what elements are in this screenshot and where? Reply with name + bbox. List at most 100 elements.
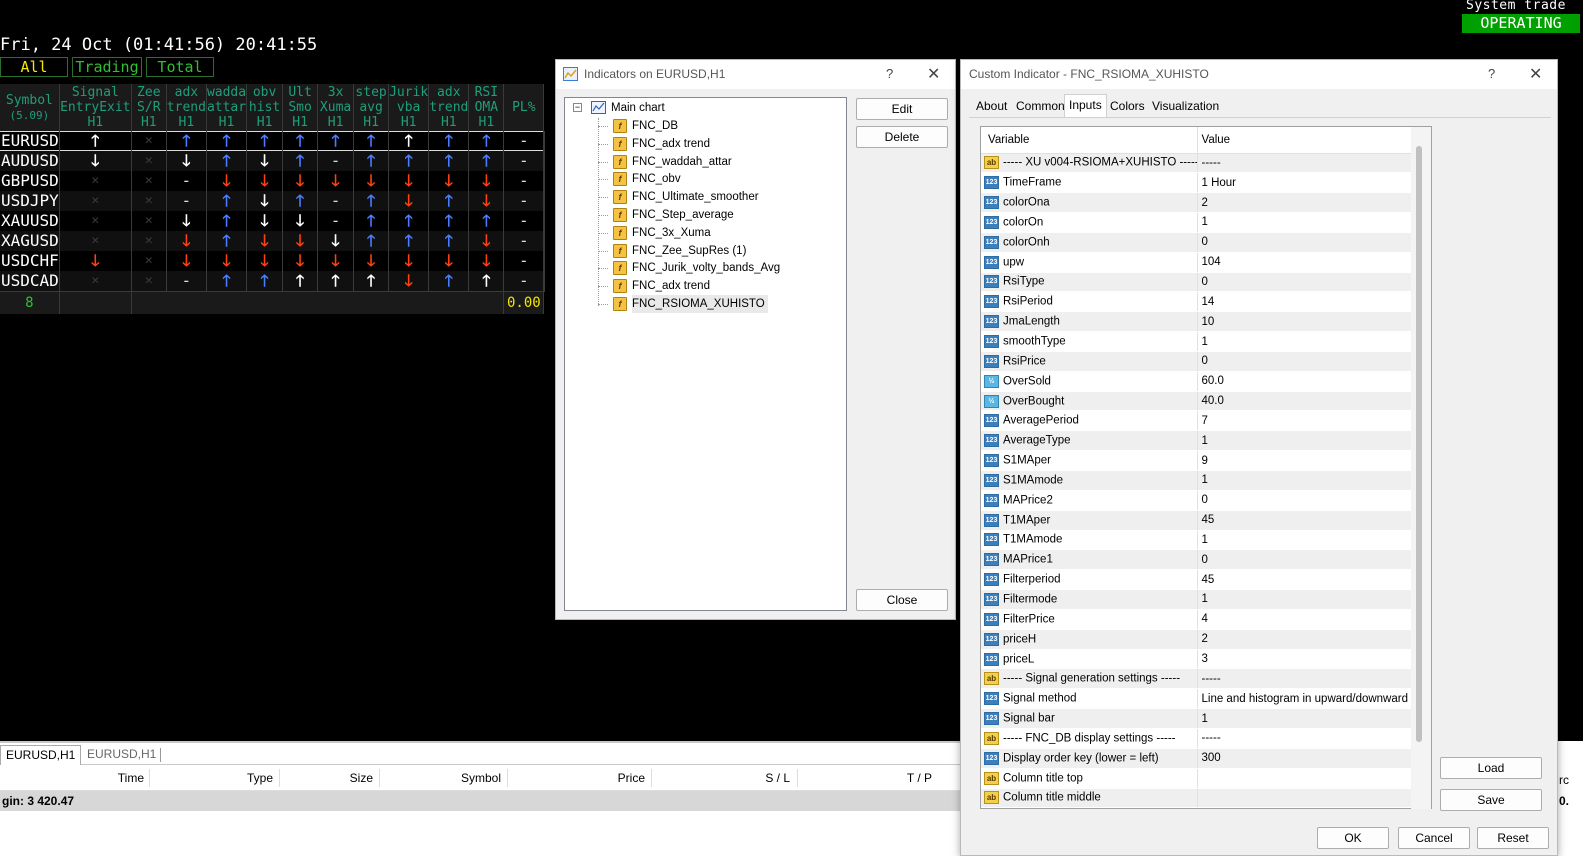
grid-row[interactable]: USDCAD ✕ ✕ - 🡑 🡑 🡑 🡑 🡑 🡓 🡑 🡑 - [0,271,546,292]
param-name-cell[interactable]: ab ----- XU v004-RSIOMA+XUHISTO ----- [981,153,1197,174]
filter-tab-total[interactable]: Total [146,57,214,77]
indicator-item[interactable]: f FNC_adx trend [613,277,710,295]
param-row[interactable]: ab ----- XU v004-RSIOMA+XUHISTO ----- ----… [981,153,1413,174]
param-value[interactable]: 1 [1196,530,1413,551]
chart-tab-active[interactable]: EURUSD,H1 [0,745,82,765]
grid-row[interactable]: USDJPY ✕ ✕ - 🡑 🡓 🡑 - 🡑 🡓 🡑 🡓 - [0,191,546,211]
param-row[interactable]: 123 colorOn 1 [981,212,1413,233]
col-symbol[interactable]: Symbol [440,771,501,785]
filter-tab-all[interactable]: All [0,57,68,77]
param-name-cell[interactable]: 123 S1MAmode [981,470,1197,491]
param-row[interactable]: 123 priceL 3 [981,649,1413,670]
param-row[interactable]: 123 Signal bar 1 [981,708,1413,729]
col-tp[interactable]: T / P [880,771,932,785]
collapse-icon[interactable]: − [573,103,582,112]
param-row[interactable]: 123 Filtermode 1 [981,589,1413,610]
param-row[interactable]: 123 Filterperiod 45 [981,569,1413,591]
close-icon[interactable]: ✕ [1529,64,1542,84]
tab-about[interactable]: About [972,96,1011,116]
param-value[interactable]: 45 [1196,569,1413,591]
param-row[interactable]: ½ OverSold 60.0 [981,371,1413,392]
param-name-cell[interactable]: 123 priceH [981,629,1197,650]
param-row[interactable]: 123 upw 104 [981,252,1413,273]
param-name-cell[interactable]: 123 TimeFrame [981,172,1197,194]
param-row[interactable]: 123 S1MAper 9 [981,450,1413,471]
close-icon[interactable]: ✕ [927,64,940,84]
inputs-table[interactable]: Variable Value ab ----- XU v004-RSIOMA+XU… [980,126,1432,809]
param-value[interactable]: ----- [1196,153,1413,174]
param-name-cell[interactable]: 123 S1MAper [981,450,1197,471]
param-value[interactable]: 3 [1196,649,1413,670]
indicator-item[interactable]: f FNC_DB [613,117,678,135]
tab-visualization[interactable]: Visualization [1148,96,1223,116]
param-name-cell[interactable]: 123 Signal method [981,688,1197,710]
param-value[interactable]: 1 [1196,708,1413,729]
symbol-cell[interactable]: XAGUSD [0,231,60,251]
param-row[interactable]: 123 MAPrice2 0 [981,490,1413,511]
param-value[interactable] [1196,768,1413,789]
symbol-cell[interactable]: USDJPY [0,191,60,211]
param-name-cell[interactable]: 123 T1MAmode [981,530,1197,551]
param-name-cell[interactable]: 123 MAPrice2 [981,490,1197,511]
indicator-item[interactable]: f FNC_waddah_attar [613,153,732,171]
param-name-cell[interactable]: ½ OverSold [981,371,1197,392]
param-value[interactable]: 14 [1196,291,1413,313]
param-name-cell[interactable]: 123 Display order key (lower = left) [981,748,1197,769]
param-name-cell[interactable]: 123 colorOn [981,212,1197,233]
param-name-cell[interactable]: 123 Signal bar [981,708,1197,729]
param-value[interactable]: 1 [1196,589,1413,610]
delete-button[interactable]: Delete [856,126,948,148]
param-value[interactable]: 60.0 [1196,371,1413,392]
param-value[interactable]: 10 [1196,311,1413,333]
param-row[interactable]: 123 AveragePeriod 7 [981,410,1413,432]
param-row[interactable]: 123 JmaLength 10 [981,311,1413,333]
param-row[interactable]: 123 RsiType 0 [981,272,1413,293]
param-row[interactable]: 123 FilterPrice 4 [981,609,1413,630]
param-name-cell[interactable]: 123 AveragePeriod [981,410,1197,432]
indicator-item[interactable]: f FNC_Step_average [613,206,734,224]
filter-tab-trading[interactable]: Trading [72,57,142,77]
tab-common[interactable]: Common [1012,96,1069,116]
param-value[interactable]: 1 [1196,430,1413,452]
param-row[interactable]: 123 smoothType 1 [981,331,1413,352]
param-row[interactable]: ab ----- FNC_DB display settings ----- ---… [981,728,1413,749]
grid-row[interactable]: EURUSD 🡑 ✕ 🡑 🡑 🡑 🡑 🡑 🡑 🡑 🡑 🡑 - [0,131,546,151]
param-row[interactable]: ab Column title top [981,768,1413,789]
param-value[interactable]: ----- [1196,668,1413,690]
param-value[interactable]: 2 [1196,629,1413,650]
inputs-scrollbar-thumb[interactable] [1416,146,1422,742]
param-value[interactable]: 40.0 [1196,391,1413,412]
symbol-cell[interactable]: USDCAD [0,271,60,292]
param-name-cell[interactable]: ab Column title top [981,768,1197,789]
indicator-item[interactable]: f FNC_3x_Xuma [613,224,711,242]
symbol-cell[interactable]: AUDUSD [0,151,60,171]
param-value[interactable]: 0 [1196,490,1413,511]
param-value[interactable]: 1 [1196,331,1413,352]
grid-row[interactable]: GBPUSD ✕ ✕ - 🡓 🡓 🡓 🡓 🡓 🡓 🡓 🡓 - [0,171,546,191]
param-value[interactable]: 104 [1196,252,1413,273]
ok-button[interactable]: OK [1317,827,1389,849]
cancel-button[interactable]: Cancel [1398,827,1470,849]
param-row[interactable]: ½ OverBought 40.0 [981,391,1413,412]
param-name-cell[interactable]: 123 AverageType [981,430,1197,452]
symbol-cell[interactable]: USDCHF [0,251,60,271]
indicators-tree[interactable]: − Main chart f FNC_DB f FNC_adx trend f FNC_w… [564,97,847,611]
param-value[interactable]: 9 [1196,450,1413,471]
param-value[interactable]: 45 [1196,510,1413,531]
param-name-cell[interactable]: 123 priceL [981,649,1197,670]
indicator-item[interactable]: f FNC_Zee_SupRes (1) [613,242,746,260]
param-name-cell[interactable]: 123 smoothType [981,331,1197,352]
param-name-cell[interactable]: 123 RsiPeriod [981,291,1197,313]
save-button[interactable]: Save [1440,789,1542,811]
indicator-item[interactable]: f FNC_adx trend [613,135,710,153]
param-value[interactable]: 7 [1196,410,1413,432]
param-value[interactable]: Line and histogram in upward/downward c.… [1196,688,1413,710]
indicator-item[interactable]: f FNC_obv [613,170,681,188]
param-row[interactable]: 123 T1MAmode 1 [981,530,1413,551]
reset-button[interactable]: Reset [1477,827,1549,849]
param-name-cell[interactable]: ab Column title middle [981,788,1197,808]
param-value[interactable] [1196,788,1413,808]
indicator-item[interactable]: f FNC_Ultimate_smoother [613,188,759,206]
param-name-cell[interactable]: 123 Filterperiod [981,569,1197,591]
param-row[interactable]: 123 priceH 2 [981,629,1413,650]
